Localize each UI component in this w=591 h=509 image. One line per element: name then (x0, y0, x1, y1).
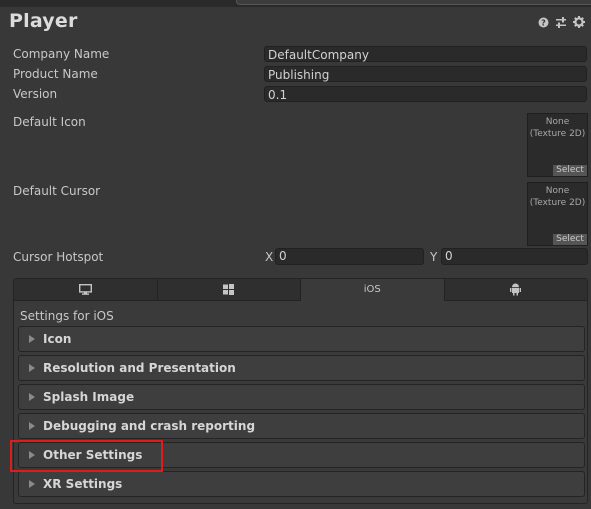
svg-text:?: ? (541, 18, 546, 27)
default-cursor-label: Default Cursor (13, 184, 101, 198)
tab-windows[interactable] (157, 279, 301, 301)
section-debugging[interactable]: Debugging and crash reporting (18, 413, 585, 439)
android-icon (510, 283, 522, 296)
section-splash-image[interactable]: Splash Image (18, 384, 585, 410)
inspector-title: Player (9, 10, 78, 32)
hotspot-x-field[interactable]: 0 (275, 248, 424, 265)
default-cursor-select-button[interactable]: Select (553, 234, 587, 245)
hotspot-y-label: Y (430, 250, 438, 264)
product-name-label: Product Name (13, 67, 98, 81)
tab-standalone[interactable] (14, 279, 158, 301)
help-icon[interactable]: ? (537, 16, 549, 28)
default-icon-select-button[interactable]: Select (553, 165, 587, 176)
version-field[interactable]: 0.1 (264, 86, 587, 102)
gear-icon[interactable] (573, 16, 585, 28)
highlight-box (10, 440, 163, 472)
section-label: Debugging and crash reporting (43, 419, 256, 433)
company-name-field[interactable]: DefaultCompany (264, 46, 587, 62)
default-cursor-none-text: None (545, 186, 570, 196)
top-strip (0, 0, 591, 7)
tab-ios[interactable]: iOS (301, 279, 445, 301)
default-icon-texture-field[interactable]: None (Texture 2D) Select (527, 113, 588, 177)
expand-triangle-icon (29, 422, 35, 430)
expand-triangle-icon (29, 393, 35, 401)
default-icon-label: Default Icon (13, 115, 86, 129)
section-label: XR Settings (43, 477, 123, 491)
section-label: Splash Image (43, 390, 135, 404)
section-label: Icon (43, 332, 72, 346)
company-name-label: Company Name (13, 47, 110, 61)
product-name-field[interactable]: Publishing (264, 66, 587, 82)
standalone-icon (78, 284, 92, 295)
expand-triangle-icon (29, 364, 35, 372)
hotspot-y-field[interactable]: 0 (441, 248, 588, 265)
section-xr-settings[interactable]: XR Settings (18, 471, 585, 497)
hotspot-x-label: X (265, 250, 274, 264)
section-resolution-and-presentation[interactable]: Resolution and Presentation (18, 355, 585, 381)
default-cursor-type-text: (Texture 2D) (529, 198, 586, 208)
tab-android[interactable] (444, 279, 587, 301)
cursor-hotspot-label: Cursor Hotspot (13, 250, 104, 264)
default-cursor-texture-field[interactable]: None (Texture 2D) Select (527, 182, 588, 246)
default-icon-type-text: (Texture 2D) (529, 129, 586, 139)
presets-icon[interactable] (555, 16, 567, 28)
header-icons: ? (537, 16, 585, 28)
search-bar-edge[interactable] (236, 0, 591, 5)
expand-triangle-icon (29, 335, 35, 343)
platform-tabs: iOS (14, 279, 587, 301)
expand-triangle-icon (29, 480, 35, 488)
default-icon-none-text: None (545, 117, 570, 127)
settings-for-label: Settings for iOS (20, 309, 114, 323)
version-label: Version (13, 87, 58, 101)
section-icon[interactable]: Icon (18, 326, 585, 352)
section-label: Resolution and Presentation (43, 361, 236, 375)
windows-icon (223, 284, 235, 295)
